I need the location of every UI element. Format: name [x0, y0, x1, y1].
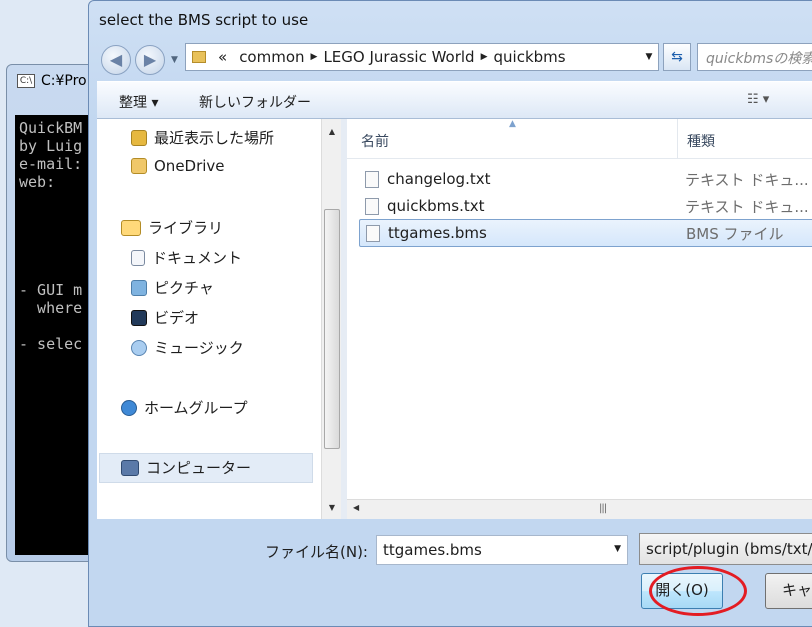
videos-icon — [131, 309, 147, 326]
file-name: ttgames.bms — [388, 224, 487, 242]
chevron-right-icon[interactable]: ▶ — [311, 52, 318, 62]
pictures-icon — [131, 279, 147, 296]
homegroup-icon — [121, 399, 137, 416]
scroll-up-icon[interactable]: ▲ — [322, 127, 342, 136]
file-row[interactable]: changelog.txt テキスト ドキュ... — [359, 165, 812, 193]
view-options-icon[interactable]: ☷ ▾ — [747, 92, 769, 107]
onedrive-folder-icon — [131, 158, 147, 174]
column-type[interactable]: 種類 — [687, 131, 715, 151]
organize-button[interactable]: 整理 ▾ — [119, 92, 158, 112]
text-file-icon — [365, 197, 379, 215]
search-input[interactable]: quickbmsの検索 — [697, 43, 812, 71]
address-overflow[interactable]: « — [218, 48, 227, 66]
nav-item-label: ピクチャ — [154, 279, 214, 297]
breadcrumb-lego-jurassic-world[interactable]: LEGO Jurassic World — [323, 48, 474, 66]
filename-value: ttgames.bms — [383, 541, 482, 559]
nav-item-computer[interactable]: コンピューター — [121, 457, 251, 478]
nav-item-libraries[interactable]: ライブラリ — [121, 217, 223, 238]
new-folder-button[interactable]: 新しいフォルダー — [199, 92, 311, 112]
column-name[interactable]: 名前 — [361, 131, 389, 151]
text-file-icon — [365, 170, 379, 188]
nav-item-label: ミュージック — [154, 339, 244, 357]
highlight-circle — [649, 566, 747, 616]
address-dropdown-icon[interactable]: ▼ — [640, 52, 658, 62]
back-button[interactable]: ◀ — [101, 45, 131, 75]
horizontal-scrollbar[interactable]: ◀ ||| — [347, 499, 812, 519]
file-name: changelog.txt — [387, 170, 491, 188]
music-icon — [131, 339, 147, 356]
sort-ascending-icon: ▲ — [509, 119, 516, 129]
refresh-icon: ⇆ — [671, 49, 683, 65]
file-name: quickbms.txt — [387, 197, 485, 215]
cancel-button[interactable]: キャ — [765, 573, 812, 609]
filename-input[interactable]: ttgames.bms ▼ — [376, 535, 628, 565]
dialog-title: select the BMS script to use — [99, 11, 309, 29]
nav-item-videos[interactable]: ビデオ — [131, 307, 199, 328]
forward-arrow-icon: ▶ — [143, 50, 157, 69]
file-list: ▲ 名前 種類 changelog.txt テキスト ドキュ... quickb… — [347, 119, 812, 519]
nav-item-label: ライブラリ — [148, 219, 224, 237]
documents-icon — [131, 249, 145, 266]
scroll-left-icon[interactable]: ◀ — [353, 503, 359, 512]
column-divider[interactable] — [677, 119, 678, 159]
file-type: テキスト ドキュ... — [685, 170, 809, 189]
nav-item-homegroup[interactable]: ホームグループ — [121, 397, 248, 418]
navigation-pane: 最近表示した場所 OneDrive ライブラリ ドキュメント ピクチャ ビデオ … — [97, 119, 341, 519]
console-titlebar: C:\ C:¥Pro — [17, 73, 87, 89]
nav-item-label: ビデオ — [154, 309, 200, 327]
scroll-grip-icon[interactable]: ||| — [599, 503, 607, 514]
nav-scrollbar[interactable]: ▲ ▼ — [321, 119, 341, 519]
nav-item-label: ドキュメント — [152, 249, 243, 267]
chevron-right-icon[interactable]: ▶ — [481, 52, 488, 62]
nav-item-documents[interactable]: ドキュメント — [131, 247, 242, 268]
file-row[interactable]: quickbms.txt テキスト ドキュ... — [359, 192, 812, 220]
folder-icon — [192, 51, 206, 63]
file-type: BMS ファイル — [686, 224, 784, 243]
back-arrow-icon: ◀ — [109, 50, 123, 69]
nav-item-pictures[interactable]: ピクチャ — [131, 277, 214, 298]
nav-item-recent[interactable]: 最近表示した場所 — [131, 127, 274, 148]
column-header: ▲ 名前 種類 — [347, 119, 812, 159]
chevron-down-icon[interactable]: ▼ — [614, 544, 621, 554]
recent-places-icon — [131, 129, 147, 146]
nav-item-label: ホームグループ — [144, 399, 248, 417]
forward-button[interactable]: ▶ — [135, 45, 165, 75]
nav-item-music[interactable]: ミュージック — [131, 337, 244, 358]
file-row-selected[interactable]: ttgames.bms BMS ファイル — [359, 219, 812, 247]
nav-item-onedrive[interactable]: OneDrive — [131, 157, 225, 175]
nav-item-label: OneDrive — [154, 157, 225, 175]
libraries-icon — [121, 219, 141, 236]
recent-pages-dropdown[interactable]: ▼ — [171, 55, 178, 65]
file-type: テキスト ドキュ... — [685, 197, 809, 216]
cmd-icon: C:\ — [17, 74, 35, 88]
open-file-dialog: select the BMS script to use ◀ ▶ ▼ « com… — [88, 0, 812, 627]
nav-item-label: 最近表示した場所 — [154, 129, 275, 147]
refresh-button[interactable]: ⇆ — [663, 43, 691, 71]
address-bar[interactable]: « common ▶ LEGO Jurassic World ▶ quickbm… — [185, 43, 659, 71]
breadcrumb-common[interactable]: common — [239, 48, 304, 66]
bms-file-icon — [366, 224, 380, 242]
filename-label: ファイル名(N): — [265, 543, 368, 561]
nav-scroll-thumb[interactable] — [324, 209, 340, 449]
breadcrumb-quickbms[interactable]: quickbms — [494, 48, 566, 66]
nav-item-label: コンピューター — [146, 459, 252, 477]
computer-icon — [121, 459, 139, 476]
file-type-filter[interactable]: script/plugin (bms/txt/ — [639, 533, 812, 565]
scroll-down-icon[interactable]: ▼ — [322, 503, 342, 512]
console-title: C:¥Pro — [41, 73, 87, 89]
command-bar: 整理 ▾ 新しいフォルダー ☷ ▾ — [97, 81, 812, 119]
